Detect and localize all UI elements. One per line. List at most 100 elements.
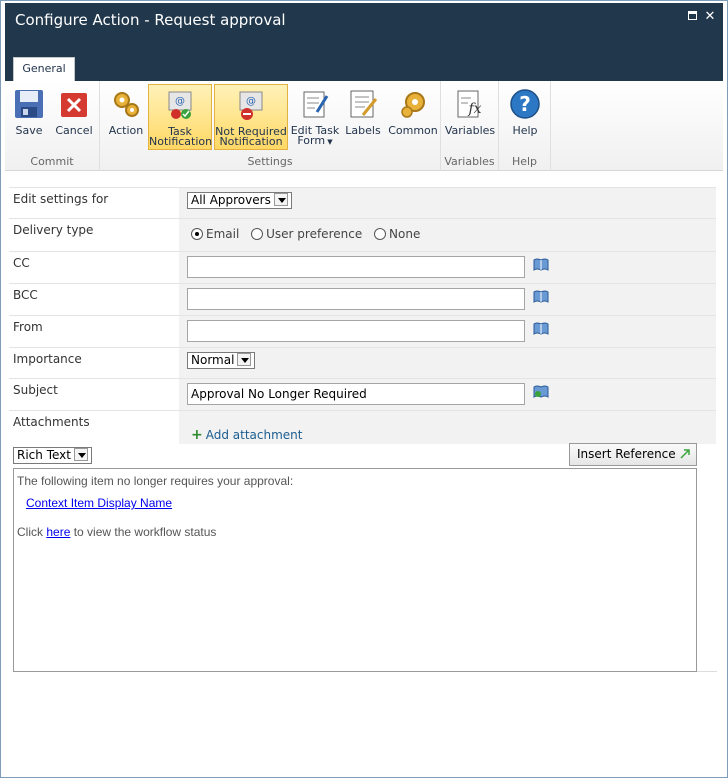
row-importance: Importance Normal (9, 347, 716, 378)
row-edit-settings-for: Edit settings for All Approvers (9, 187, 716, 218)
line3-prefix: Click (17, 525, 47, 539)
radio-email-label: Email (206, 227, 240, 241)
subject-field: Approval No Longer Required (179, 379, 716, 410)
not-required-label-2: Notification (219, 135, 283, 148)
ribbon: Save Cancel Commit Action @ Task Notific… (5, 81, 723, 171)
row-from: From (9, 315, 716, 347)
address-book-icon[interactable] (533, 258, 549, 271)
chevron-down-icon (273, 193, 288, 206)
editor-mode-select[interactable]: Rich Text (13, 447, 92, 464)
importance-select[interactable]: Normal (187, 352, 256, 369)
editor-body-line3: Click here to view the workflow status (17, 525, 216, 539)
edit-settings-for-value: All Approvers (191, 193, 271, 207)
chevron-down-icon (237, 353, 252, 366)
radio-user-preference-label: User preference (266, 227, 363, 241)
svg-text:fx: fx (467, 101, 481, 117)
add-attachment-label: Add attachment (205, 428, 303, 442)
radio-empty-icon (251, 228, 264, 240)
gears-icon-common (401, 92, 425, 118)
row-attachments: Attachments + Add attachment (9, 410, 716, 444)
labels-icon (350, 90, 378, 118)
importance-label: Importance (13, 352, 82, 366)
ribbon-group-variables: fx Variables Variables (441, 81, 499, 171)
line3-suffix: to view the workflow status (70, 525, 217, 539)
svg-text:@: @ (246, 96, 256, 107)
radio-empty-icon (374, 228, 387, 240)
row-delivery-type: Delivery type Email User preference None (9, 218, 716, 251)
ribbon-group-commit: Save Cancel Commit (5, 81, 100, 171)
attachments-label: Attachments (13, 415, 90, 429)
help-label: Help (512, 124, 538, 137)
variables-button[interactable]: fx Variables (443, 84, 497, 150)
gears-icon (114, 92, 139, 117)
labels-button[interactable]: Labels (342, 84, 384, 150)
insert-reference-label: Insert Reference (577, 447, 676, 461)
svg-text:?: ? (519, 92, 531, 116)
help-button[interactable]: ? Help (503, 84, 547, 150)
editor-mode-value: Rich Text (17, 448, 71, 462)
bcc-label: BCC (13, 288, 38, 302)
from-label: From (13, 320, 43, 334)
chevron-down-icon (73, 448, 88, 461)
radio-none[interactable]: None (374, 227, 420, 241)
edit-settings-for-field: All Approvers (179, 188, 716, 218)
variables-fx-icon: fx (457, 90, 482, 118)
task-notification-button[interactable]: @ Task Notification (148, 84, 212, 150)
dropdown-arrow-icon: ▼ (325, 138, 333, 146)
radio-none-label: None (389, 227, 421, 241)
edit-settings-for-select[interactable]: All Approvers (187, 192, 292, 209)
here-link[interactable]: here (46, 525, 70, 539)
radio-selected-icon (191, 228, 203, 240)
arrow-out-icon (680, 449, 690, 459)
radio-email[interactable]: Email (191, 227, 239, 241)
help-icon: ? (510, 89, 540, 119)
row-bcc: BCC (9, 283, 716, 315)
subject-label: Subject (13, 383, 58, 397)
editor-toolbar: Rich Text Insert Reference (13, 443, 697, 467)
save-icon (15, 90, 43, 118)
ribbon-group-help: ? Help Help (499, 81, 551, 171)
edit-task-form-label-2: Form (297, 134, 326, 147)
from-input[interactable] (187, 320, 525, 342)
bcc-input[interactable] (187, 288, 525, 310)
divider (697, 671, 717, 672)
not-required-notification-button[interactable]: @ Not Required Notification (214, 84, 288, 150)
action-button[interactable]: Action (106, 84, 146, 150)
edit-task-form-button[interactable]: Edit Task Form ▼ (290, 84, 340, 150)
tab-general[interactable]: General (13, 57, 75, 81)
close-icon[interactable]: ✕ (703, 9, 717, 23)
address-book-icon[interactable] (533, 290, 549, 303)
from-field (179, 316, 716, 347)
cc-input[interactable] (187, 256, 525, 278)
email-stop-icon: @ (239, 91, 263, 120)
address-book-icon[interactable] (533, 322, 549, 335)
importance-field: Normal (179, 348, 716, 378)
row-subject: Subject Approval No Longer Required (9, 378, 716, 410)
attachments-field: + Add attachment (179, 411, 716, 444)
cancel-button[interactable]: Cancel (53, 84, 95, 150)
subject-input[interactable]: Approval No Longer Required (187, 383, 525, 405)
rich-text-editor[interactable]: The following item no longer requires yo… (13, 468, 697, 672)
labels-label: Labels (345, 124, 381, 137)
delivery-type-radios: Email User preference None (191, 227, 428, 241)
insert-reference-button[interactable]: Insert Reference (569, 443, 697, 466)
task-notification-label-2: Notification (149, 135, 213, 148)
settings-form: Edit settings for All Approvers Delivery… (9, 187, 716, 444)
plus-icon: + (191, 427, 203, 443)
delivery-type-label: Delivery type (13, 223, 94, 237)
ribbon-tabstrip: General (5, 47, 723, 81)
importance-value: Normal (191, 353, 235, 367)
title-bar: Configure Action - Request approval ✕ (5, 3, 723, 47)
save-button[interactable]: Save (9, 84, 49, 150)
maximize-icon[interactable] (685, 9, 699, 23)
dialog-title: Configure Action - Request approval (15, 11, 286, 29)
group-label-commit: Commit (30, 155, 74, 168)
cc-field (179, 252, 716, 283)
variables-label: Variables (444, 124, 496, 137)
add-attachment-link[interactable]: + Add attachment (191, 427, 302, 443)
radio-user-preference[interactable]: User preference (251, 227, 362, 241)
context-item-link[interactable]: Context Item Display Name (26, 496, 172, 510)
insert-reference-icon[interactable] (533, 385, 549, 398)
edit-settings-for-label: Edit settings for (13, 192, 109, 206)
common-button[interactable]: Common (388, 84, 438, 150)
